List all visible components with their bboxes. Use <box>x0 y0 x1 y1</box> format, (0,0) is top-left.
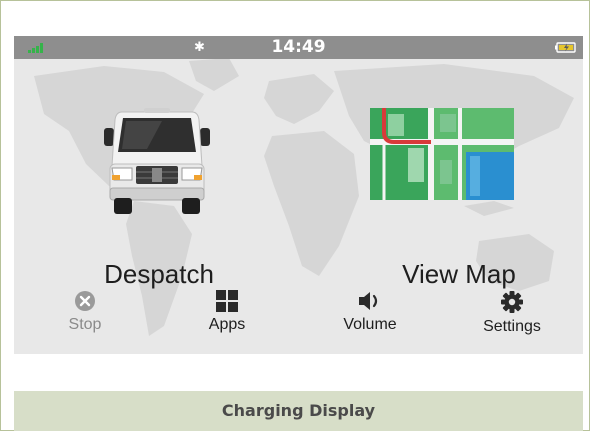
stop-button[interactable]: Stop <box>35 290 135 350</box>
settings-button[interactable]: Settings <box>462 290 562 350</box>
grid-icon <box>216 290 238 312</box>
volume-button[interactable]: Volume <box>320 290 420 350</box>
stop-label: Stop <box>68 316 102 333</box>
map-icon <box>370 108 514 200</box>
speaker-icon <box>359 292 378 310</box>
status-time: 14:49 <box>271 37 326 57</box>
battery-charging-icon <box>555 42 576 53</box>
device-screen: ✱ 14:49 Despatch View Map Stop Apps Volu… <box>14 36 583 354</box>
apps-label: Apps <box>208 316 246 333</box>
despatch-tile[interactable]: Despatch <box>84 100 234 290</box>
bottom-toolbar: Stop Apps Volume Settings <box>14 286 583 354</box>
view-map-tile[interactable]: View Map <box>359 100 559 290</box>
gear-icon <box>501 291 523 313</box>
caption-text: Charging Display <box>221 401 376 420</box>
apps-button[interactable]: Apps <box>177 290 277 350</box>
settings-label: Settings <box>483 318 541 335</box>
volume-label: Volume <box>343 316 397 333</box>
caption-bar: Charging Display <box>14 391 583 431</box>
status-bar: ✱ 14:49 <box>14 36 583 59</box>
stop-circle-icon <box>75 291 95 311</box>
delivery-van-icon <box>104 108 210 214</box>
